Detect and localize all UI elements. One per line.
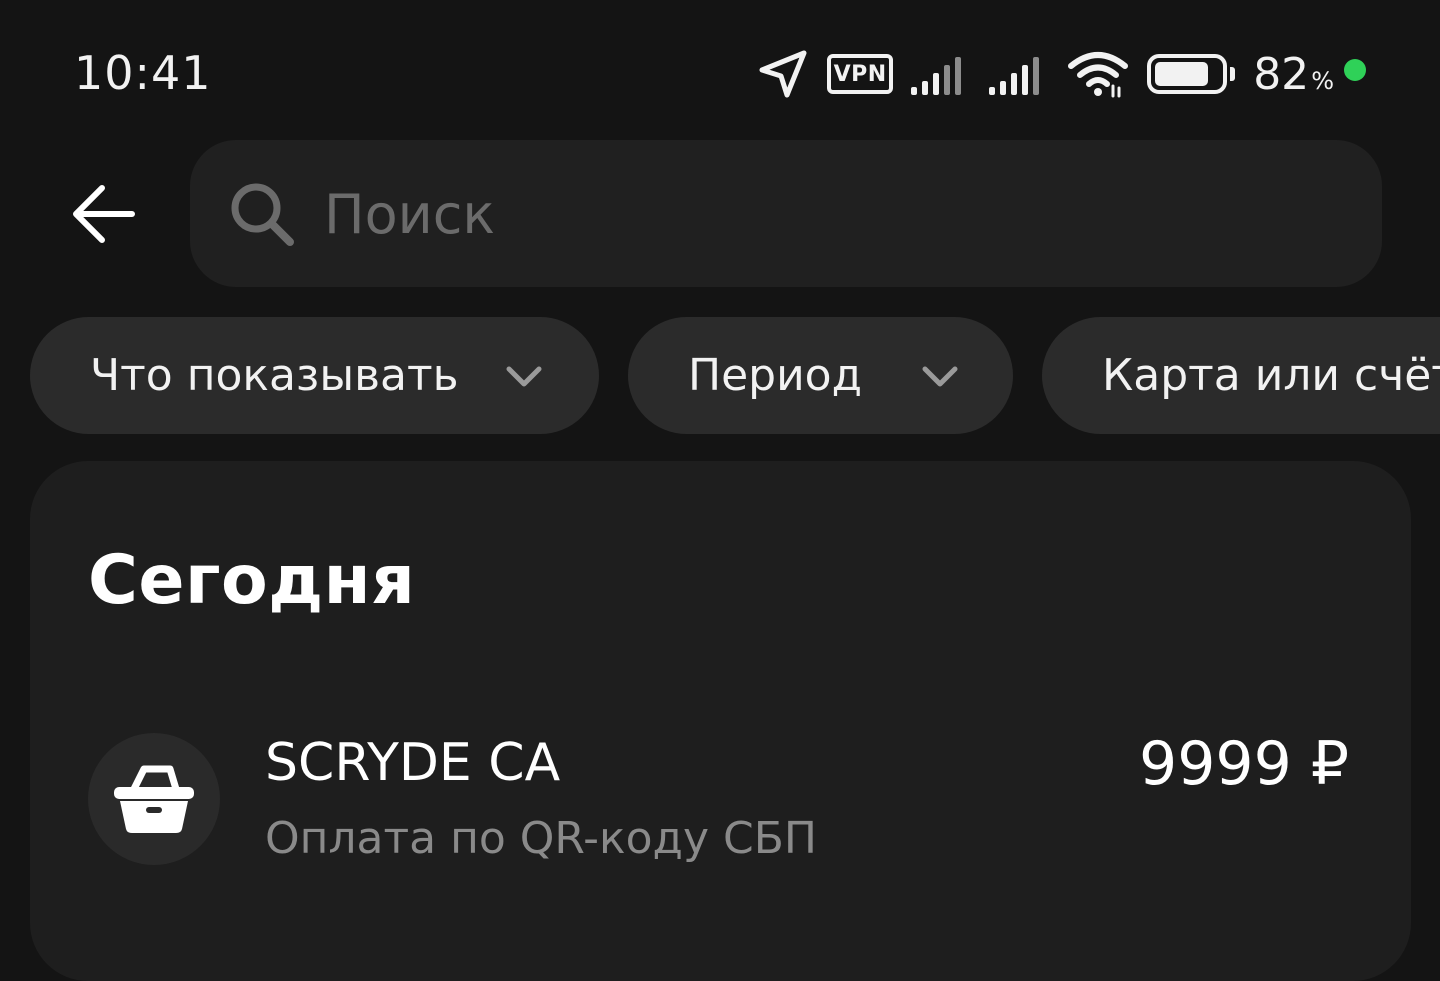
privacy-indicator-dot: [1344, 59, 1366, 81]
status-time: 10:41: [74, 46, 212, 100]
back-button[interactable]: [66, 178, 142, 250]
signal-icon: [911, 53, 971, 95]
chevron-down-icon: [922, 366, 958, 387]
battery-percent: 82 %: [1253, 49, 1334, 100]
transaction-row[interactable]: SCRYDE CA Оплата по QR-коду СБП 9999 ₽: [30, 723, 1411, 873]
arrow-left-icon: [73, 185, 135, 243]
filter-chip-label: Период: [688, 350, 863, 401]
transaction-avatar: [88, 733, 220, 865]
filter-chip-period[interactable]: Период: [628, 317, 1013, 434]
chevron-down-icon: [506, 366, 542, 387]
search-input[interactable]: [324, 170, 1324, 258]
filter-chip-what-to-show[interactable]: Что показывать: [30, 317, 599, 434]
location-arrow-icon: [757, 48, 809, 100]
shopping-basket-icon: [114, 765, 194, 833]
transaction-title: SCRYDE CA: [265, 733, 561, 793]
vpn-icon: VPN: [827, 54, 894, 94]
battery-icon: [1147, 54, 1236, 94]
status-icons: VPN 82 %: [757, 44, 1366, 104]
battery-percent-value: 82: [1253, 48, 1310, 100]
search-icon: [231, 183, 294, 246]
vpn-label: VPN: [833, 61, 887, 87]
transaction-amount: 9999 ₽: [1139, 729, 1349, 799]
transactions-card: Сегодня SCRYDE CA Оплата по QR-коду СБП …: [30, 461, 1411, 981]
filter-chip-label: Что показывать: [90, 350, 459, 401]
search-box[interactable]: [190, 140, 1382, 287]
section-title-today: Сегодня: [88, 541, 416, 620]
filter-chip-label: Карта или счёт: [1102, 350, 1440, 401]
battery-percent-unit: %: [1311, 66, 1334, 95]
wifi-icon: [1067, 50, 1129, 98]
filter-chips: Что показывать Период Карта или счёт: [0, 317, 1440, 435]
transaction-subtitle: Оплата по QR-коду СБП: [265, 813, 817, 864]
battery-fill: [1155, 62, 1208, 86]
status-bar: 10:41 VPN 82 %: [0, 0, 1440, 140]
filter-chip-card-or-account[interactable]: Карта или счёт: [1042, 317, 1440, 434]
signal-icon: [989, 53, 1049, 95]
